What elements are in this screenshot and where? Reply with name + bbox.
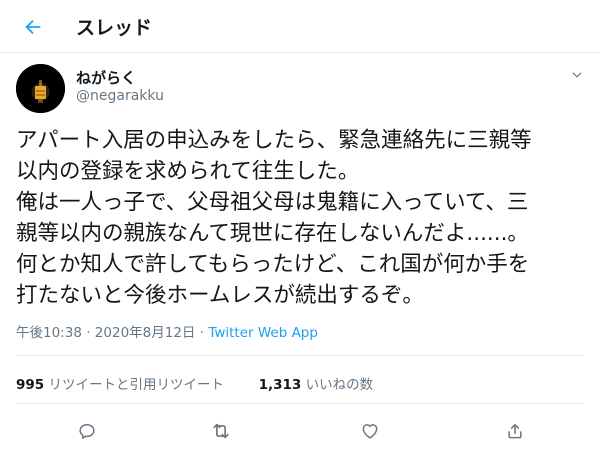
tweet-line: 俺は一人っ子で、父母祖父母は鬼籍に入っていて、三 — [16, 190, 529, 215]
avatar[interactable] — [16, 64, 65, 113]
tweet-text: アパート入居の申込みをしたら、緊急連絡先に三親等 以内の登録を求められて往生した… — [16, 125, 586, 311]
more-options-button[interactable] — [568, 66, 586, 84]
retweets-stat[interactable]: 995 リツイートと引用リツイート — [16, 377, 228, 393]
tweet-source-link[interactable]: Twitter Web App — [208, 325, 318, 341]
author-display-name[interactable]: ねがらく — [76, 67, 136, 88]
retweet-icon — [213, 423, 229, 439]
tweet-line: 何とか知人で許してもらったけど、これ国が何か手を — [16, 252, 530, 277]
tweet-time[interactable]: 午後10:38 — [16, 325, 82, 341]
back-button[interactable] — [16, 10, 50, 44]
divider — [16, 355, 584, 356]
reply-icon — [79, 424, 95, 439]
chevron-down-icon — [572, 72, 582, 78]
likes-label: いいねの数 — [305, 377, 374, 393]
reply-button[interactable] — [74, 418, 100, 444]
tweet-meta: 午後10:38 · 2020年8月12日 · Twitter Web App — [16, 321, 318, 341]
tweet-line: アパート入居の申込みをしたら、緊急連絡先に三親等 — [16, 128, 532, 153]
tweet-line: 打たないと今後ホームレスが続出するぞ。 — [16, 283, 424, 308]
author-handle[interactable]: @negarakku — [76, 88, 164, 104]
page-title: スレッド — [76, 17, 153, 39]
retweet-button[interactable] — [208, 418, 234, 444]
share-button[interactable] — [502, 418, 528, 444]
like-button[interactable] — [357, 418, 383, 444]
likes-count: 1,313 — [258, 377, 302, 393]
back-arrow-icon — [25, 19, 41, 35]
retweets-label: リツイートと引用リツイート — [48, 377, 224, 393]
likes-stat[interactable]: 1,313 いいねの数 — [259, 377, 374, 393]
meta-separator: · — [86, 325, 91, 341]
tweet-stats: 995 リツイートと引用リツイート 1,313 いいねの数 — [16, 373, 373, 393]
meta-separator: · — [199, 325, 205, 341]
tweet-actions — [0, 416, 600, 446]
lantern-avatar-image — [16, 64, 65, 113]
retweets-count: 995 — [16, 377, 45, 393]
tweet-line: 親等以内の親族なんて現世に存在しないんだよ......。 — [16, 221, 529, 246]
tweet-date[interactable]: 2020年8月12日 — [95, 325, 196, 341]
share-icon — [508, 424, 522, 439]
tweet-line: 以内の登録を求められて往生した。 — [16, 159, 360, 184]
like-icon — [362, 424, 378, 439]
thread-header: スレッド — [0, 0, 600, 53]
divider — [16, 403, 584, 404]
